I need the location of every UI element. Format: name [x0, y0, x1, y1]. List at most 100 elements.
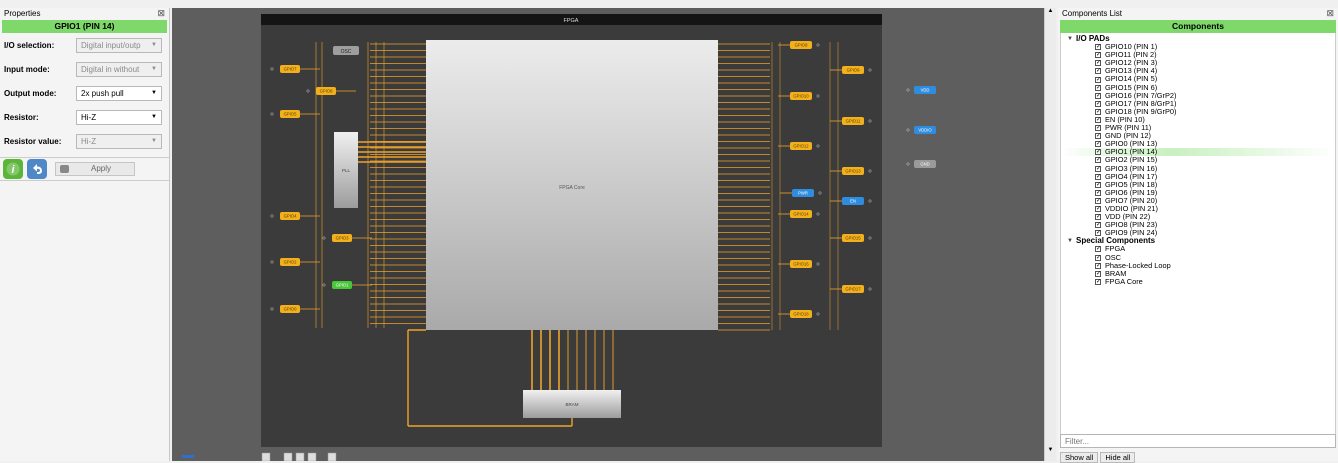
right-pin-gpio15[interactable]: GPIO15	[842, 234, 864, 242]
hide-all-button[interactable]: Hide all	[1100, 452, 1136, 463]
tree-item[interactable]: ✓ GPIO13 (PIN 4)	[1061, 67, 1335, 75]
zoom-in-icon[interactable]	[283, 452, 293, 462]
tree-item[interactable]: ✓ GPIO11 (PIN 2)	[1061, 51, 1335, 59]
checkbox[interactable]: ✓	[1095, 181, 1101, 188]
property-select[interactable]: Hi-Z ▼	[76, 109, 162, 125]
canvas-scrollbar[interactable]: ▲ ▼	[1044, 8, 1056, 461]
close-icon[interactable]: ⊠	[157, 8, 165, 19]
checkbox[interactable]: ✓	[1095, 246, 1101, 253]
right-pin-gpio17[interactable]: GPIO17	[842, 285, 864, 293]
tree-item[interactable]: ✓ GPIO17 (PIN 8/GrP1)	[1061, 99, 1335, 108]
tree-item[interactable]: ✓ GPIO7 (PIN 20)	[1061, 196, 1335, 205]
tree-group[interactable]: ▼ Special Components	[1061, 237, 1335, 245]
right-pin-pwr[interactable]: PWR	[792, 189, 814, 197]
close-icon[interactable]: ⊠	[1326, 8, 1334, 19]
right-pin-gpio9[interactable]: GPIO9	[842, 66, 864, 74]
tree-item[interactable]: ✓ FPGA	[1061, 245, 1335, 253]
design-canvas[interactable]: FPGA FPGA Core PLL OSC BRAM GPIO7 GPIO8 GP…	[172, 8, 1044, 461]
expand-arrow-icon[interactable]: ▼	[1067, 35, 1076, 43]
zoom-slider[interactable]	[182, 455, 194, 458]
tree-item[interactable]: ✓ GPIO3 (PIN 16)	[1061, 164, 1335, 173]
checkbox[interactable]: ✓	[1095, 197, 1101, 204]
right-pin-gpio12[interactable]: GPIO12	[790, 142, 812, 150]
tree-item[interactable]: ✓ GPIO2 (PIN 15)	[1061, 156, 1335, 164]
tree-item[interactable]: ✓ OSC	[1061, 253, 1335, 262]
tree-item[interactable]: ✓ GND (PIN 12)	[1061, 132, 1335, 140]
tree-item[interactable]: ✓ EN (PIN 10)	[1061, 115, 1335, 124]
tree-item[interactable]: ✓ GPIO4 (PIN 17)	[1061, 172, 1335, 181]
checkbox[interactable]: ✓	[1095, 116, 1101, 123]
checkbox[interactable]: ✓	[1095, 214, 1101, 221]
power-pin-vdd[interactable]: VDD	[914, 86, 936, 94]
checkbox[interactable]: ✓	[1095, 254, 1101, 261]
checkbox[interactable]: ✓	[1095, 206, 1101, 213]
checkbox[interactable]: ✓	[1095, 141, 1101, 148]
tree-item[interactable]: ✓ GPIO14 (PIN 5)	[1061, 75, 1335, 83]
show-all-button[interactable]: Show all	[1060, 452, 1099, 463]
tree-item[interactable]: ✓ GPIO0 (PIN 13)	[1061, 140, 1335, 148]
tree-item[interactable]: ✓ GPIO1 (PIN 14)	[1061, 148, 1335, 157]
checkbox[interactable]: ✓	[1095, 100, 1101, 107]
checkbox[interactable]: ✓	[1095, 125, 1101, 132]
right-pin-gpio13[interactable]: GPIO13	[842, 167, 864, 175]
zoom-reset-icon[interactable]	[307, 452, 317, 462]
left-pin-gpio2[interactable]: GPIO2	[280, 258, 300, 266]
left-pin-gpio7[interactable]: GPIO7	[280, 65, 300, 73]
tree-item[interactable]: ✓ GPIO12 (PIN 3)	[1061, 59, 1335, 67]
schematic[interactable]: FPGA FPGA Core PLL OSC BRAM GPIO7 GPIO8 GP…	[172, 8, 1044, 461]
tree-item[interactable]: ✓ VDD (PIN 22)	[1061, 212, 1335, 221]
checkbox[interactable]: ✓	[1095, 222, 1101, 229]
checkbox[interactable]: ✓	[1095, 68, 1101, 75]
power-pin-gnd[interactable]: GND	[914, 160, 936, 168]
tree-group[interactable]: ▼ I/O PADs	[1061, 34, 1335, 43]
right-pin-gpio18[interactable]: GPIO18	[790, 310, 812, 318]
checkbox[interactable]: ✓	[1095, 76, 1101, 83]
checkbox[interactable]: ✓	[1095, 270, 1101, 277]
checkbox[interactable]: ✓	[1095, 149, 1101, 156]
tree-item[interactable]: ✓ VDDIO (PIN 21)	[1061, 204, 1335, 213]
tree-item[interactable]: ✓ GPIO8 (PIN 23)	[1061, 221, 1335, 229]
tree-item[interactable]: ✓ Phase-Locked Loop	[1061, 261, 1335, 270]
left-pin-gpio8[interactable]: GPIO8	[316, 87, 336, 95]
tree-item[interactable]: ✓ GPIO16 (PIN 7/GrP2)	[1061, 91, 1335, 100]
right-pin-gpio14[interactable]: GPIO14	[790, 210, 812, 218]
checkbox[interactable]: ✓	[1095, 84, 1101, 91]
checkbox[interactable]: ✓	[1095, 278, 1101, 285]
checkbox[interactable]: ✓	[1095, 92, 1101, 99]
checkbox[interactable]: ✓	[1095, 173, 1101, 180]
property-select[interactable]: Digital in without ▼	[76, 61, 162, 77]
left-pin-gpio1[interactable]: GPIO1	[332, 281, 352, 289]
apply-button[interactable]: Apply	[55, 162, 135, 176]
right-pin-gpio11[interactable]: GPIO11	[842, 117, 864, 125]
filter-input[interactable]	[1060, 434, 1336, 448]
print-icon[interactable]	[327, 452, 337, 462]
scroll-up-icon[interactable]: ▲	[1045, 8, 1056, 14]
right-pin-en[interactable]: EN	[842, 197, 864, 205]
checkbox[interactable]: ✓	[1095, 133, 1101, 140]
checkbox[interactable]: ✓	[1095, 189, 1101, 196]
property-select[interactable]: 2x push pull ▼	[76, 85, 162, 101]
right-pin-gpio16[interactable]: GPIO16	[790, 260, 812, 268]
checkbox[interactable]: ✓	[1095, 157, 1101, 164]
right-pin-gpio10[interactable]: GPIO10	[790, 92, 812, 100]
tree-item[interactable]: ✓ GPIO18 (PIN 9/GrP0)	[1061, 107, 1335, 116]
right-pin-gpio8[interactable]: GPIO8	[790, 41, 812, 49]
tree-item[interactable]: ✓ PWR (PIN 11)	[1061, 123, 1335, 132]
checkbox[interactable]: ✓	[1095, 52, 1101, 59]
left-pin-gpio3[interactable]: GPIO3	[332, 234, 352, 242]
tree-item[interactable]: ✓ GPIO10 (PIN 1)	[1061, 42, 1335, 51]
power-pin-vddio[interactable]: VDDIO	[914, 126, 936, 134]
tree-item[interactable]: ✓ GPIO15 (PIN 6)	[1061, 83, 1335, 92]
zoom-fit-icon[interactable]	[261, 452, 271, 462]
checkbox[interactable]: ✓	[1095, 60, 1101, 67]
scroll-down-icon[interactable]: ▼	[1045, 447, 1056, 453]
tree-item[interactable]: ✓ GPIO5 (PIN 18)	[1061, 180, 1335, 189]
undo-button[interactable]	[27, 159, 47, 179]
checkbox[interactable]: ✓	[1095, 108, 1101, 115]
checkbox[interactable]: ✓	[1095, 44, 1101, 51]
info-button[interactable]: i	[3, 159, 23, 179]
left-pin-gpio4[interactable]: GPIO4	[280, 212, 300, 220]
zoom-out-icon[interactable]	[295, 452, 305, 462]
property-select[interactable]: Hi-Z ▼	[76, 133, 162, 149]
checkbox[interactable]: ✓	[1095, 165, 1101, 172]
